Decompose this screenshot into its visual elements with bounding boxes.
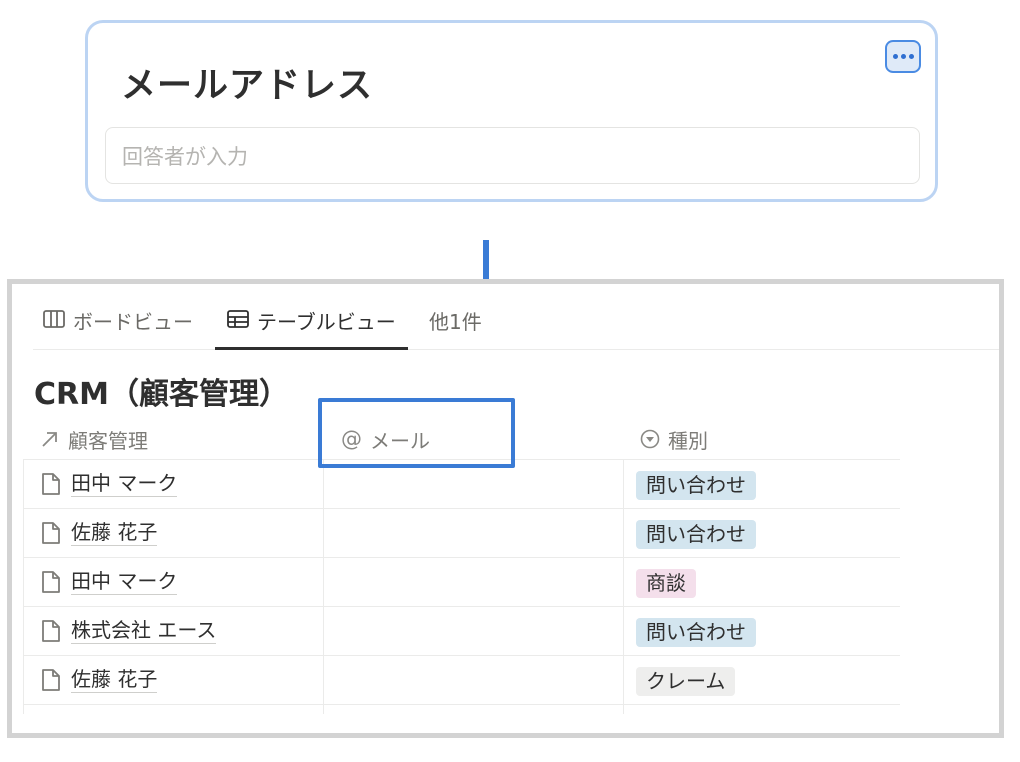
row-name-cell[interactable]: 佐藤 花子 <box>41 666 158 693</box>
column-header-type[interactable]: 種別 <box>640 419 708 459</box>
email-column-highlight <box>318 398 515 468</box>
tab-board-view[interactable]: ボードビュー <box>43 306 193 350</box>
type-tag[interactable]: クレーム <box>636 667 736 696</box>
row-name[interactable]: 田中 マーク <box>71 568 178 595</box>
tab-label: 他1件 <box>429 310 482 334</box>
more-horizontal-icon <box>892 54 898 59</box>
row-name-cell[interactable]: 田中 マーク <box>41 568 178 595</box>
column-header-label: 種別 <box>668 428 708 453</box>
tab-more-views[interactable]: 他1件 <box>429 306 482 350</box>
tab-table-view[interactable]: テーブルビュー <box>215 306 408 350</box>
tab-label: ボードビュー <box>73 310 193 334</box>
row-name[interactable]: 佐藤 花子 <box>71 519 158 546</box>
row-name[interactable]: 田中 マーク <box>71 470 178 497</box>
answer-input[interactable]: 回答者が入力 <box>105 127 920 184</box>
table-row[interactable]: 佐藤 花子 クレーム <box>23 656 900 705</box>
select-circle-icon <box>640 429 660 449</box>
page-icon <box>42 472 60 495</box>
page-icon <box>42 619 60 642</box>
column-header-label: 顧客管理 <box>68 428 148 453</box>
type-tag[interactable]: 問い合わせ <box>636 471 756 500</box>
relation-arrow-icon <box>42 432 57 447</box>
board-view-icon <box>43 310 65 328</box>
form-question-card[interactable]: メールアドレス 回答者が入力 <box>85 20 938 202</box>
table-row[interactable]: 田中 マーク 商談 <box>23 558 900 607</box>
row-name[interactable]: 佐藤 花子 <box>71 666 158 693</box>
type-tag[interactable]: 問い合わせ <box>636 618 756 647</box>
table-view-icon <box>227 310 249 328</box>
page-icon <box>42 570 60 593</box>
row-name-cell[interactable]: 株式会社 エース <box>41 617 217 644</box>
row-name-cell[interactable]: 田中 マーク <box>41 470 178 497</box>
row-name-cell[interactable]: 佐藤 花子 <box>41 519 158 546</box>
page-icon <box>42 521 60 544</box>
page-icon <box>42 668 60 691</box>
database-title: CRM（顧客管理） <box>34 377 289 412</box>
view-tabs: ボードビュー テーブルビュー 他1件 <box>33 284 999 350</box>
screenshot-canvas: メールアドレス 回答者が入力 ボードビュー テーブルビュー 他1件 CRM（顧客… <box>0 0 1020 762</box>
row-name[interactable]: 株式会社 エース <box>71 617 217 644</box>
more-horizontal-icon-dot <box>908 54 914 59</box>
question-title[interactable]: メールアドレス <box>121 57 373 108</box>
column-header-customer[interactable]: 顧客管理 <box>40 419 148 459</box>
table-row[interactable]: 佐藤 花子 問い合わせ <box>23 509 900 558</box>
database-view: ボードビュー テーブルビュー 他1件 CRM（顧客管理） 顧客管理 @ メール … <box>7 279 1004 738</box>
table-row[interactable]: 株式会社 エース 問い合わせ <box>23 607 900 656</box>
more-options-button[interactable] <box>885 40 921 73</box>
more-horizontal-icon-dot <box>900 54 906 59</box>
type-tag[interactable]: 問い合わせ <box>636 520 756 549</box>
type-tag[interactable]: 商談 <box>636 569 696 598</box>
tab-label: テーブルビュー <box>257 310 396 334</box>
